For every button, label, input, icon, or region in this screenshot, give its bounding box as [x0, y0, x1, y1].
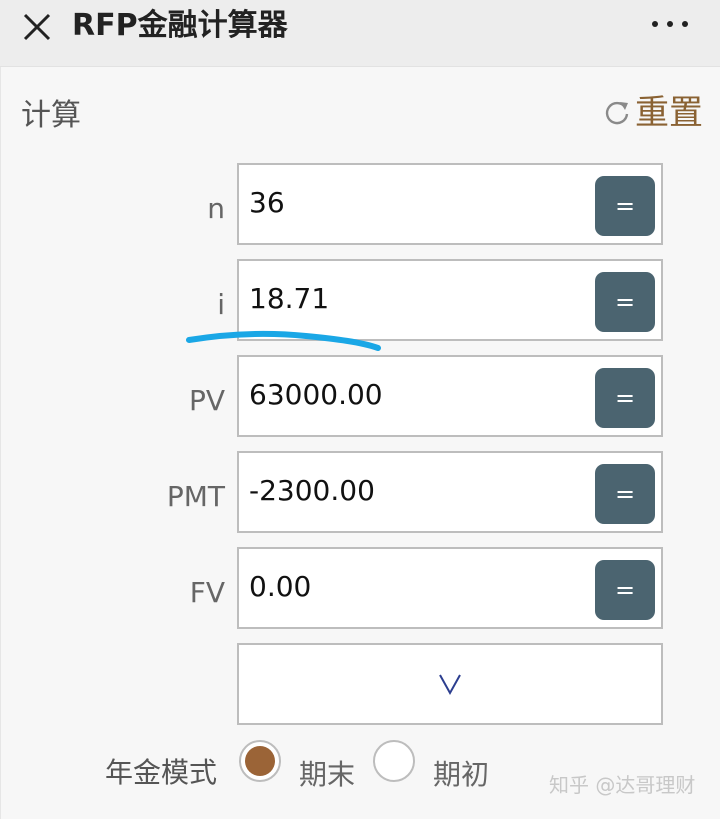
field-label: PMT [166, 480, 225, 513]
field-value: 0.00 [249, 570, 312, 603]
calculator-panel: 计算 重置 n 36 = i 18.71 = PV 63000.00 = PMT… [0, 67, 720, 819]
annuity-mode-label: 年金模式 [105, 756, 218, 789]
field-value: 36 [249, 186, 285, 219]
n-input[interactable]: 36 = [237, 163, 663, 245]
watermark: 知乎 @达哥理财 [549, 773, 696, 797]
refresh-icon [605, 101, 629, 125]
calculate-fv-button[interactable]: = [595, 560, 655, 620]
radio-end-of-period[interactable] [239, 740, 281, 782]
close-icon[interactable] [22, 12, 52, 42]
field-value: 63000.00 [249, 378, 383, 411]
calculate-pmt-button[interactable]: = [595, 464, 655, 524]
calculate-n-button[interactable]: = [595, 176, 655, 236]
field-row-n: n 36 = [1, 163, 720, 247]
pv-input[interactable]: 63000.00 = [237, 355, 663, 437]
reset-label: 重置 [635, 93, 703, 133]
radio-selected-dot [245, 746, 275, 776]
field-label: n [207, 192, 225, 225]
section-label: 计算 [21, 98, 81, 133]
field-label: PV [188, 384, 225, 417]
app-title: RFP金融计算器 [72, 8, 288, 43]
more-icon[interactable] [652, 18, 688, 30]
field-value: 18.71 [249, 282, 330, 315]
title-bar: RFP金融计算器 [0, 0, 720, 67]
pmt-input[interactable]: -2300.00 = [237, 451, 663, 533]
highlight-underline [186, 330, 381, 351]
fv-input[interactable]: 0.00 = [237, 547, 663, 629]
field-row-pmt: PMT -2300.00 = [1, 451, 720, 535]
field-label: FV [189, 576, 225, 609]
reset-button[interactable]: 重置 [603, 91, 703, 135]
radio-beginning-of-period[interactable] [373, 740, 415, 782]
i-input[interactable]: 18.71 = [237, 259, 663, 341]
chevron-down-icon [439, 674, 461, 696]
radio-label-end[interactable]: 期末 [299, 757, 355, 793]
expand-dropdown[interactable] [237, 643, 663, 725]
field-label: i [217, 288, 225, 321]
calculate-i-button[interactable]: = [595, 272, 655, 332]
field-value: -2300.00 [249, 474, 375, 507]
calculate-pv-button[interactable]: = [595, 368, 655, 428]
field-row-fv: FV 0.00 = [1, 547, 720, 631]
radio-label-beginning[interactable]: 期初 [433, 757, 489, 793]
field-row-pv: PV 63000.00 = [1, 355, 720, 439]
